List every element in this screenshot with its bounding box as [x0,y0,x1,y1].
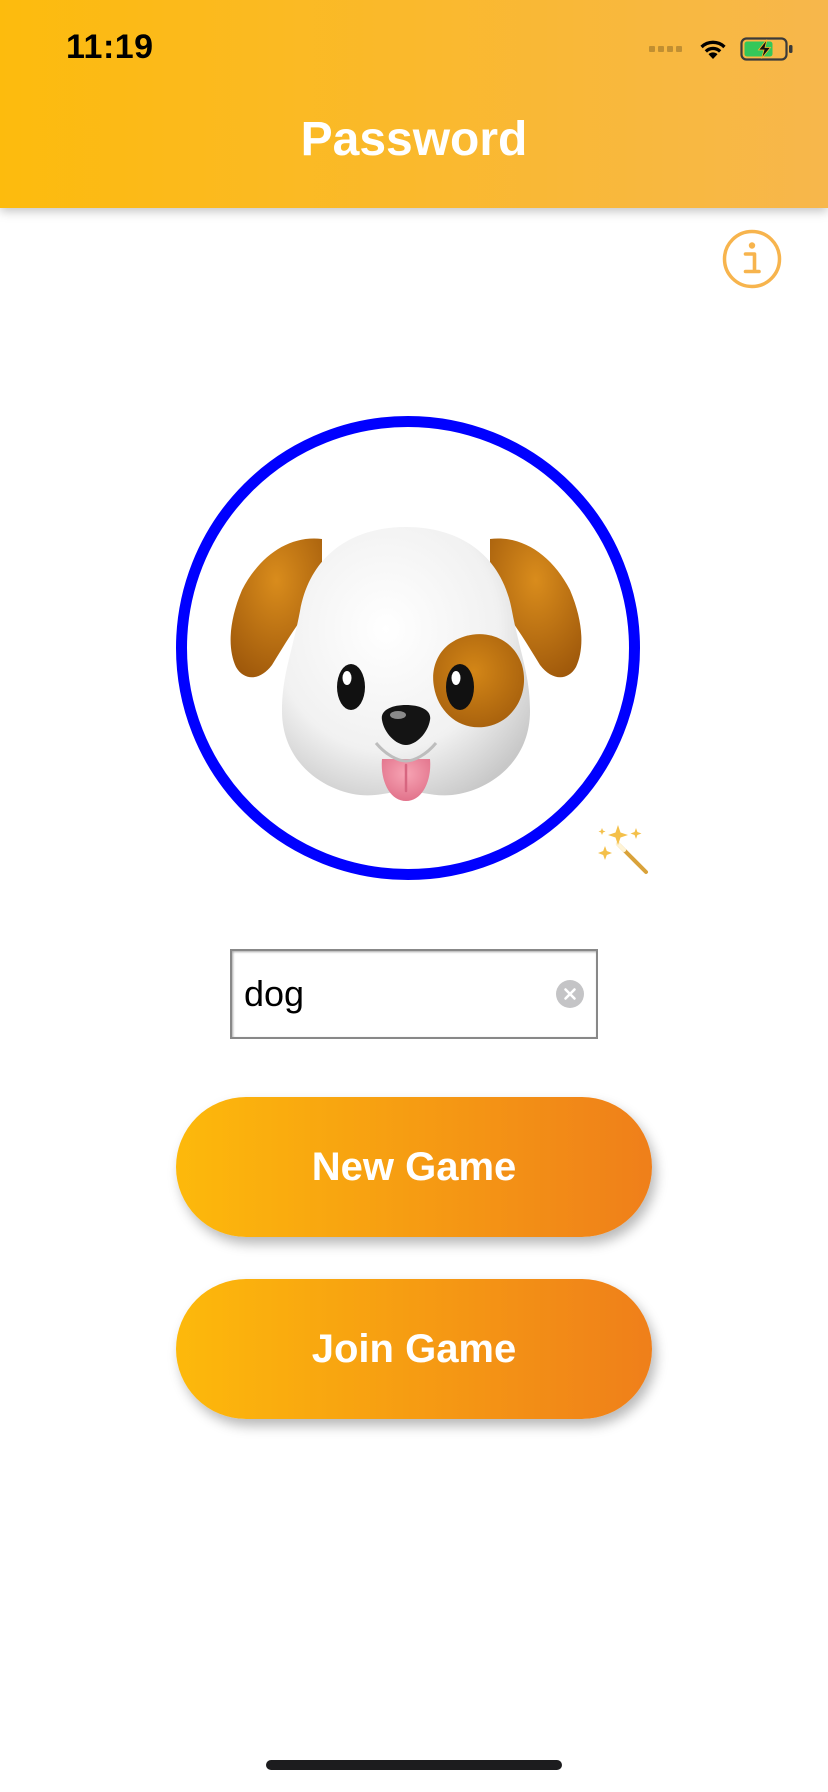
nav-header: 11:19 Password [0,0,828,208]
password-input[interactable] [244,951,544,1037]
battery-charging-icon [740,37,793,61]
info-icon [722,229,782,289]
status-time: 11:19 [66,28,154,66]
magic-wand-button[interactable] [596,822,652,878]
clear-icon [564,988,576,1000]
join-game-button[interactable]: Join Game [176,1279,652,1419]
cellular-signal-icon [649,46,682,52]
wifi-icon [700,40,726,59]
info-button[interactable] [722,229,782,289]
password-field[interactable] [230,949,598,1039]
magic-wand-icon [598,825,648,874]
dog-face-icon [230,527,582,801]
status-icons [649,36,794,62]
new-game-button[interactable]: New Game [176,1097,652,1237]
page-title: Password [300,113,528,166]
home-indicator[interactable] [266,1760,562,1770]
clear-text-button[interactable] [556,980,584,1008]
